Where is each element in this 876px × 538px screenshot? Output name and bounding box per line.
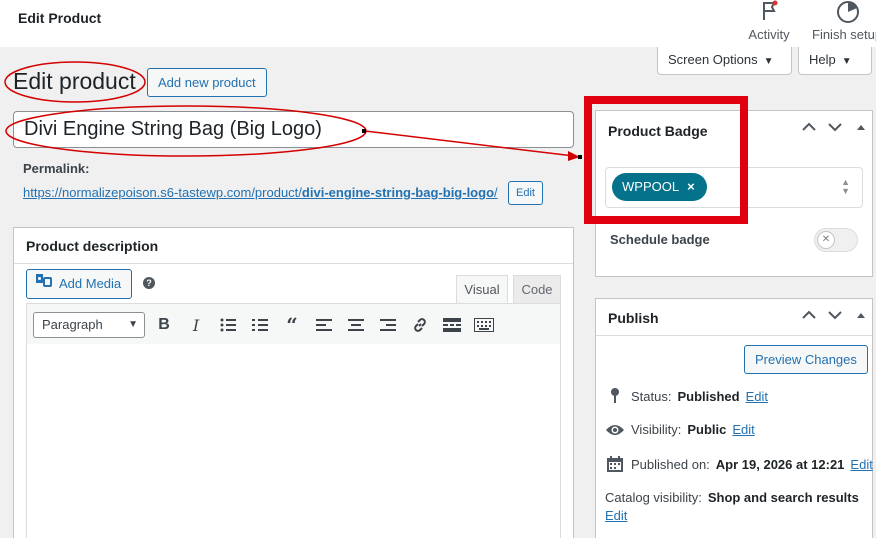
status-edit-link[interactable]: Edit bbox=[746, 389, 768, 404]
badge-select[interactable]: WPPOOL × ▲ ▼ bbox=[605, 167, 863, 208]
toggle-off-icon: ✕ bbox=[817, 231, 835, 249]
activity-label: Activity bbox=[748, 27, 790, 42]
status-value: Published bbox=[677, 388, 740, 404]
divider bbox=[14, 263, 573, 264]
add-media-label: Add Media bbox=[59, 276, 122, 291]
permalink-label: Permalink: bbox=[23, 161, 90, 176]
bold-icon[interactable]: B bbox=[154, 316, 174, 334]
visibility-row: Visibility: Public Edit bbox=[605, 422, 755, 437]
page-header-title: Edit Product bbox=[18, 10, 102, 26]
format-select-value: Paragraph bbox=[42, 317, 103, 332]
catalog-edit-link[interactable]: Edit bbox=[605, 508, 627, 523]
preview-changes-button[interactable]: Preview Changes bbox=[744, 345, 868, 374]
toolbar-toggle-icon[interactable] bbox=[474, 316, 494, 334]
selected-badge-label: WPPOOL bbox=[622, 179, 680, 194]
permalink-tail: / bbox=[494, 185, 498, 200]
align-left-icon[interactable] bbox=[314, 316, 334, 334]
visibility-edit-link[interactable]: Edit bbox=[732, 422, 754, 437]
move-down-icon[interactable] bbox=[828, 121, 842, 135]
schedule-badge-toggle[interactable]: ✕ bbox=[814, 228, 858, 252]
catalog-value: Shop and search results bbox=[707, 490, 859, 505]
collapse-icon[interactable] bbox=[856, 309, 866, 323]
product-title-input[interactable]: Divi Engine String Bag (Big Logo) bbox=[13, 111, 574, 148]
visibility-value: Public bbox=[687, 422, 727, 437]
tab-visual[interactable]: Visual bbox=[456, 275, 508, 304]
tab-code[interactable]: Code bbox=[513, 275, 561, 304]
publish-title: Publish bbox=[608, 310, 659, 326]
published-label: Published on: bbox=[631, 456, 710, 472]
product-description-title: Product description bbox=[26, 238, 159, 254]
move-up-icon[interactable] bbox=[802, 309, 816, 323]
published-value: Apr 19, 2026 at 12:21 bbox=[715, 456, 845, 472]
permalink-link[interactable]: https://normalizepoison.s6-tastewp.com/p… bbox=[23, 185, 498, 200]
add-new-product-button[interactable]: Add new product bbox=[147, 68, 267, 97]
add-media-button[interactable]: Add Media bbox=[26, 269, 133, 299]
published-on-row: Published on: Apr 19, 2026 at 12:21 Edit bbox=[605, 456, 873, 472]
visibility-label: Visibility: bbox=[631, 422, 682, 437]
finish-setup-label: Finish setup bbox=[812, 27, 876, 42]
select-arrows-icon: ▲ ▼ bbox=[841, 177, 850, 196]
media-icon bbox=[35, 270, 53, 298]
permalink-slug: divi-engine-string-bag-big-logo bbox=[301, 185, 495, 200]
status-row: Status: Published Edit bbox=[605, 388, 768, 404]
help-icon[interactable]: ? bbox=[143, 277, 155, 289]
published-edit-link[interactable]: Edit bbox=[850, 457, 872, 472]
read-more-icon[interactable] bbox=[442, 316, 462, 334]
screen-options-button[interactable]: Screen Options ▼ bbox=[657, 47, 792, 75]
schedule-badge-label: Schedule badge bbox=[610, 232, 710, 247]
screen-options-label: Screen Options bbox=[668, 52, 758, 67]
eye-icon bbox=[605, 423, 625, 437]
remove-badge-icon[interactable]: × bbox=[687, 179, 695, 194]
content-editor[interactable] bbox=[26, 344, 561, 538]
top-bar: Edit Product Activity Finish setup bbox=[0, 0, 876, 47]
bullet-list-icon[interactable] bbox=[218, 316, 238, 334]
italic-icon[interactable]: I bbox=[186, 316, 206, 335]
flag-icon bbox=[744, 0, 794, 25]
caret-down-icon: ▼ bbox=[841, 56, 852, 67]
collapse-icon[interactable] bbox=[856, 121, 866, 135]
catalog-visibility-row: Catalog visibility: Shop and search resu… bbox=[605, 490, 859, 505]
caret-down-icon: ▼ bbox=[763, 56, 774, 67]
divider bbox=[596, 335, 872, 336]
progress-circle-icon bbox=[836, 0, 876, 27]
blockquote-icon[interactable]: “ bbox=[282, 313, 302, 337]
move-down-icon[interactable] bbox=[828, 309, 842, 323]
status-label: Status: bbox=[631, 388, 672, 404]
activity-button[interactable]: Activity bbox=[744, 0, 794, 47]
help-button[interactable]: Help ▼ bbox=[798, 47, 872, 75]
calendar-icon bbox=[605, 456, 625, 472]
permalink-edit-button[interactable]: Edit bbox=[508, 181, 543, 205]
catalog-label: Catalog visibility: bbox=[605, 490, 702, 505]
annotation-arrow-head bbox=[568, 151, 580, 161]
link-icon[interactable] bbox=[410, 316, 430, 334]
permalink-base: https://normalizepoison.s6-tastewp.com/p… bbox=[23, 185, 302, 200]
selected-badge-pill: WPPOOL × bbox=[612, 173, 707, 201]
editor-toolbar: Paragraph ▼ B I “ bbox=[26, 303, 561, 345]
move-up-icon[interactable] bbox=[802, 121, 816, 135]
align-center-icon[interactable] bbox=[346, 316, 366, 334]
numbered-list-icon[interactable] bbox=[250, 316, 270, 334]
caret-down-icon: ▼ bbox=[128, 319, 138, 330]
help-label: Help bbox=[809, 52, 836, 67]
annotation-arrow-end bbox=[578, 155, 582, 159]
align-right-icon[interactable] bbox=[378, 316, 398, 334]
format-select[interactable]: Paragraph ▼ bbox=[33, 312, 145, 338]
finish-setup-button[interactable]: Finish setup bbox=[812, 0, 876, 47]
product-badge-title: Product Badge bbox=[608, 123, 708, 139]
page-title: Edit product bbox=[13, 68, 136, 94]
pin-icon bbox=[605, 388, 625, 404]
